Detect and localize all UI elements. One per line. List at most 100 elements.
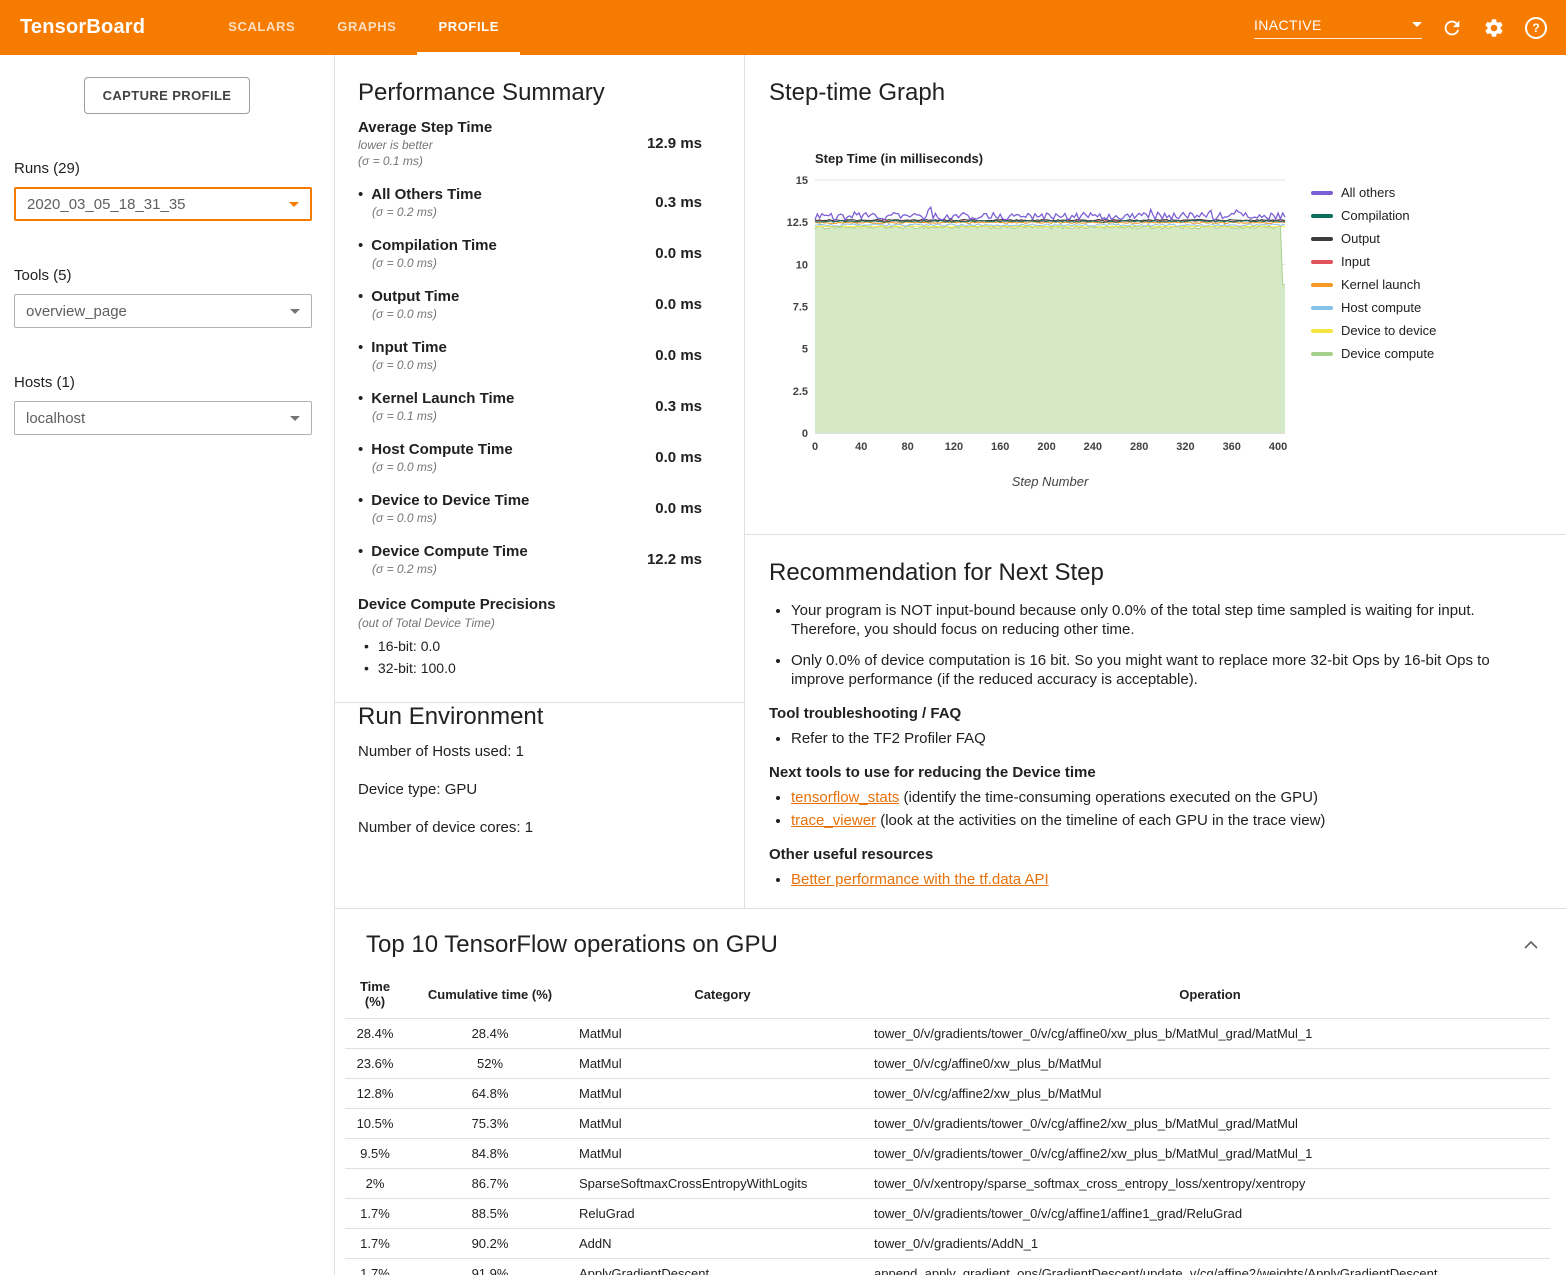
rec-sublist: Refer to the TF2 Profiler FAQ [769,729,1521,748]
step-time-graph-title: Step-time Graph [769,79,1546,107]
link-trace-viewer[interactable]: trace_viewer [791,812,876,829]
svg-text:0: 0 [812,441,818,453]
tools-select[interactable]: overview_page [14,294,312,328]
recommendation-section: Recommendation for Next Step Your progra… [745,535,1566,908]
svg-text:0: 0 [802,428,808,440]
table-cell: tower_0/v/xentropy/sparse_softmax_cross_… [870,1169,1550,1199]
tab-scalars[interactable]: SCALARS [207,0,316,55]
link-tensorflow-stats[interactable]: tensorflow_stats [791,789,899,806]
legend-swatch-icon [1311,329,1333,333]
table-cell: 86.7% [405,1169,575,1199]
metric-row: Device Compute Time (σ = 0.2 ms) 12.2 ms [358,543,702,576]
precisions-title: Device Compute Precisions [358,596,702,613]
chevron-down-icon [290,309,300,314]
top-ops-title: Top 10 TensorFlow operations on GPU [366,931,778,959]
metric-label: Compilation Time [358,237,497,254]
env-line: Number of Hosts used: 1 [358,743,744,760]
legend-swatch-icon [1311,191,1333,195]
table-cell: 12.8% [345,1079,405,1109]
precisions-subtitle: (out of Total Device Time) [358,616,702,630]
metric-row: Host Compute Time(σ = 0.0 ms)0.0 ms [358,441,702,474]
legend-swatch-icon [1311,283,1333,287]
hosts-select[interactable]: localhost [14,401,312,435]
content-area: CAPTURE PROFILE Runs (29) 2020_03_05_18_… [0,55,1566,1275]
env-line: Device type: GPU [358,781,744,798]
chevron-up-icon[interactable] [1518,932,1544,958]
table-cell: 9.5% [345,1139,405,1169]
table-cell: MatMul [575,1139,870,1169]
table-cell: 88.5% [405,1199,575,1229]
legend-swatch-icon [1311,306,1333,310]
rec-item: Better performance with the tf.data API [791,870,1521,889]
legend-label: Device to device [1341,323,1436,338]
capture-profile-button[interactable]: CAPTURE PROFILE [84,77,251,114]
table-cell: 2% [345,1169,405,1199]
svg-text:12.5: 12.5 [787,217,808,229]
table-row: 10.5%75.3%MatMultower_0/v/gradients/towe… [345,1109,1550,1139]
metric-row: Kernel Launch Time(σ = 0.1 ms)0.3 ms [358,390,702,423]
rec-sublist: Better performance with the tf.data API [769,870,1521,889]
metric-label-group: Output Time(σ = 0.0 ms) [358,288,459,321]
svg-text:320: 320 [1176,441,1194,453]
metric-label-group: Host Compute Time(σ = 0.0 ms) [358,441,513,474]
device-compute-precisions: Device Compute Precisions (out of Total … [335,594,744,676]
metric-value: 0.3 ms [655,194,702,211]
refresh-icon[interactable] [1440,16,1464,40]
table-cell: append_apply_gradient_ops/GradientDescen… [870,1259,1550,1275]
rec-subheading: Next tools to use for reducing the Devic… [769,764,1521,781]
legend-label: Compilation [1341,208,1410,223]
table-cell: ApplyGradientDescent [575,1259,870,1275]
link-better-performance-with-the-tf-data-api[interactable]: Better performance with the tf.data API [791,871,1049,888]
svg-text:160: 160 [991,441,1009,453]
legend-label: All others [1341,185,1395,200]
right-column: Step-time Graph Step Time (in millisecon… [745,55,1566,908]
metric-row: Compilation Time(σ = 0.0 ms)0.0 ms [358,237,702,270]
legend-label: Device compute [1341,346,1434,361]
chart-legend: All othersCompilationOutputInputKernel l… [1311,137,1436,489]
table-row: 1.7%88.5%ReluGradtower_0/v/gradients/tow… [345,1199,1550,1229]
rec-sublist: tensorflow_stats (identify the time-cons… [769,788,1521,830]
legend-item: Output [1311,231,1436,246]
legend-swatch-icon [1311,237,1333,241]
metric-row: Input Time(σ = 0.0 ms)0.0 ms [358,339,702,372]
sidebar: CAPTURE PROFILE Runs (29) 2020_03_05_18_… [0,55,335,1275]
run-environment-lines: Number of Hosts used: 1 Device type: GPU N… [335,743,744,836]
table-cell: 10.5% [345,1109,405,1139]
topbar-actions: INACTIVE ? [1254,16,1548,40]
legend-swatch-icon [1311,260,1333,264]
precision-item: 32-bit: 100.0 [364,660,702,676]
main-panel: Performance Summary Average Step Timelow… [335,55,1566,1275]
tab-graphs[interactable]: GRAPHS [316,0,417,55]
table-cell: MatMul [575,1079,870,1109]
table-cell: 1.7% [345,1199,405,1229]
metric-note: lower is better [358,138,492,152]
metric-label: Input Time [358,339,447,356]
metric-sigma: (σ = 0.0 ms) [372,511,529,525]
column-header: Operation [870,975,1550,1019]
hosts-select-value: localhost [26,410,85,427]
help-glyph: ? [1525,17,1547,39]
metric-value: 0.0 ms [655,500,702,517]
table-cell: 52% [405,1049,575,1079]
rec-item: tensorflow_stats (identify the time-cons… [791,788,1521,807]
step-time-chart: Step Time (in milliseconds) 02.557.51012… [769,137,1546,489]
app-title: TensorBoard [20,16,145,39]
runs-select[interactable]: 2020_03_05_18_31_35 [14,187,312,221]
reload-status-dropdown[interactable]: INACTIVE [1254,17,1422,39]
status-value: INACTIVE [1254,17,1322,33]
metric-sigma: (σ = 0.2 ms) [372,562,528,576]
metric-sigma: (σ = 0.1 ms) [358,154,492,168]
recommendation-bullet: Your program is NOT input-bound because … [791,601,1521,639]
performance-summary-section: Performance Summary Average Step Timelow… [335,55,745,908]
tab-profile[interactable]: PROFILE [417,0,520,55]
performance-summary-title: Performance Summary [358,79,744,107]
gear-icon[interactable] [1482,16,1506,40]
env-line: Number of device cores: 1 [358,819,744,836]
metric-value: 12.2 ms [647,551,702,568]
metric-label-group: Kernel Launch Time(σ = 0.1 ms) [358,390,514,423]
help-icon[interactable]: ? [1524,16,1548,40]
rec-subheading: Other useful resources [769,846,1521,863]
top-app-bar: TensorBoard SCALARSGRAPHSPROFILE INACTIV… [0,0,1566,55]
metric-label: Device Compute Time [358,543,528,560]
legend-item: Device to device [1311,323,1436,338]
